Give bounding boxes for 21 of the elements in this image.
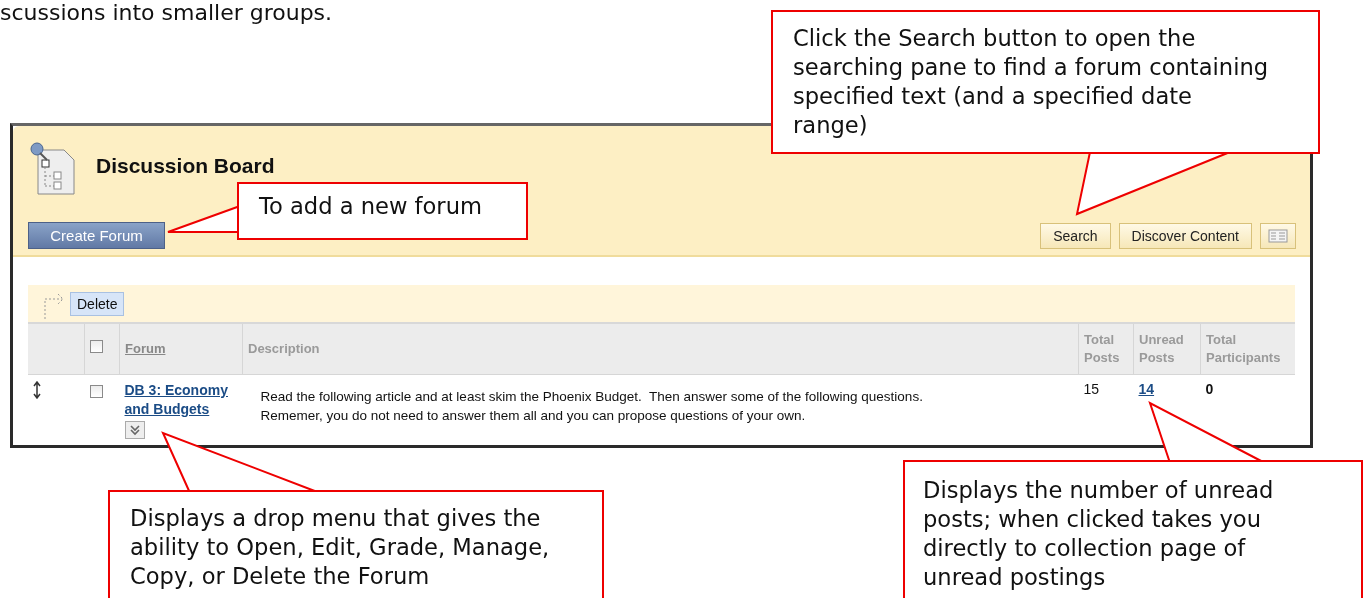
- menu-button[interactable]: [124, 421, 145, 439]
- column-header: Description: [248, 341, 320, 356]
- discussion-board-icon: [28, 140, 76, 196]
- unread-posts-link[interactable]: 14: [1138, 381, 1155, 397]
- select-all-checkbox[interactable]: [90, 340, 103, 353]
- row-checkbox[interactable]: [89, 385, 103, 398]
- column-header: Total Posts: [1084, 332, 1120, 365]
- chevron-icon: [128, 424, 141, 436]
- grid-icon: [1268, 228, 1288, 243]
- drag-handle-icon[interactable]: [33, 381, 41, 399]
- column-header: Total Participants: [1206, 332, 1281, 365]
- forum-description: Read the following article and at least skim the Phoenix Budget. Then answer some of the following questions. Rememer, you do not need to answer them all and you can propose questions of your own.: [242, 374, 1079, 445]
- delete-button[interactable]: Delete: [70, 291, 125, 316]
- body-text: scussions into smaller groups.: [0, 0, 333, 26]
- total-participants: 0: [1205, 381, 1214, 397]
- total-posts: 15: [1083, 381, 1100, 397]
- forum-link[interactable]: DB 3: Economy and Budgets: [124, 381, 238, 419]
- column-header: Unread Posts: [1139, 332, 1184, 365]
- toolbar-button[interactable]: Search: [1040, 222, 1111, 249]
- toolbar-button[interactable]: Discover Content: [1118, 222, 1252, 249]
- page-title: Discussion Board: [96, 154, 275, 178]
